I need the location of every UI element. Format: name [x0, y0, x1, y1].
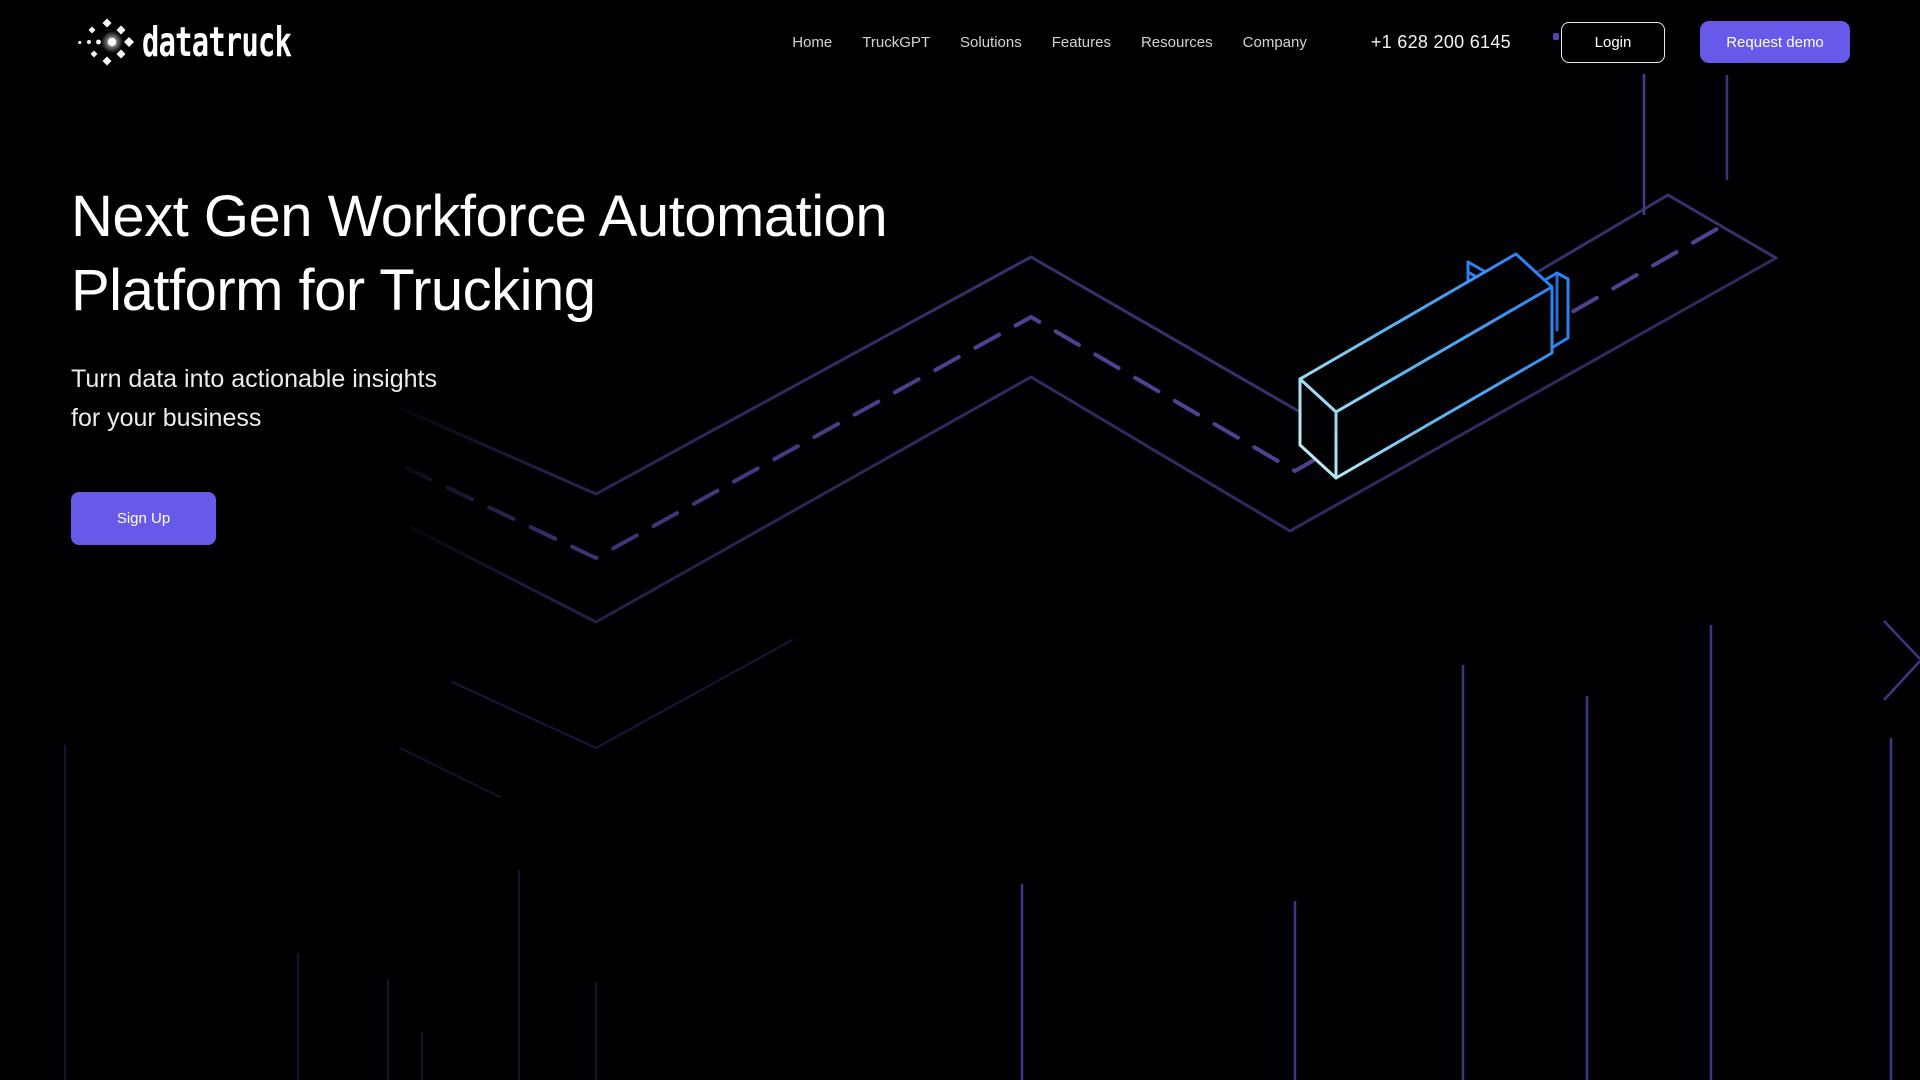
- main-nav: Home TruckGPT Solutions Features Resourc…: [792, 34, 1307, 51]
- skyline-lines: [1022, 621, 1920, 1080]
- hero-section: Next Gen Workforce Automation Platform f…: [71, 180, 887, 545]
- datatruck-logo-icon: [78, 18, 134, 66]
- page-title-line1: Next Gen Workforce Automation: [71, 180, 887, 254]
- page-title-line2: Platform for Trucking: [71, 254, 887, 328]
- truck-illustration: [1300, 254, 1568, 478]
- nav-item-resources[interactable]: Resources: [1141, 34, 1213, 51]
- page-title: Next Gen Workforce Automation Platform f…: [71, 180, 887, 328]
- skyline-lines-faint: [65, 745, 596, 1080]
- phone-number[interactable]: +1 628 200 6145: [1371, 32, 1511, 53]
- nav-item-truckgpt[interactable]: TruckGPT: [862, 34, 930, 51]
- nav-item-features[interactable]: Features: [1052, 34, 1111, 51]
- truck-trailer: [1300, 254, 1552, 478]
- nav-item-solutions[interactable]: Solutions: [960, 34, 1022, 51]
- request-demo-button[interactable]: Request demo: [1700, 21, 1850, 63]
- hero-subtitle: Turn data into actionable insights for y…: [71, 360, 887, 438]
- header: datatruck Home TruckGPT Solutions Featur…: [0, 0, 1920, 84]
- sign-up-button[interactable]: Sign Up: [71, 492, 216, 545]
- logo-wordmark: datatruck: [142, 18, 291, 66]
- hero-subtitle-line1: Turn data into actionable insights: [71, 360, 887, 399]
- nav-item-home[interactable]: Home: [792, 34, 832, 51]
- header-hang-lines: [1644, 74, 1727, 215]
- logo[interactable]: datatruck: [78, 18, 355, 66]
- login-button[interactable]: Login: [1561, 22, 1665, 63]
- nav-item-company[interactable]: Company: [1243, 34, 1307, 51]
- hero-subtitle-line2: for your business: [71, 399, 887, 438]
